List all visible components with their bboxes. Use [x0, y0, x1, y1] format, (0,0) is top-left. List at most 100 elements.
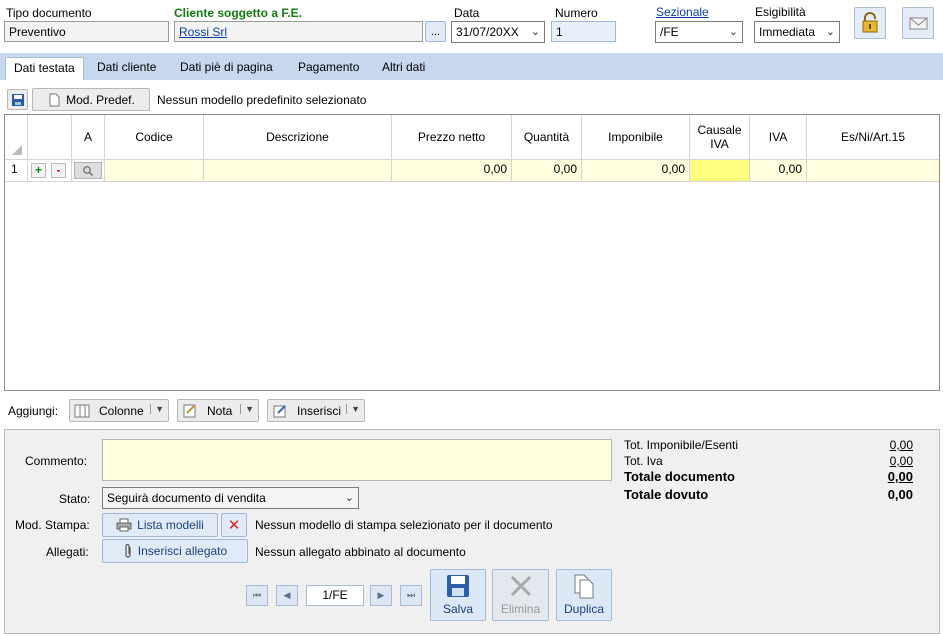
- row-descrizione-cell[interactable]: [204, 160, 392, 182]
- data-field[interactable]: 31/07/20XX ⌄: [451, 21, 545, 43]
- grid-corner: [5, 115, 28, 160]
- grid-header-actions: [28, 115, 72, 160]
- dropdown-arrow-icon: ▼: [346, 404, 360, 414]
- mail-button[interactable]: [902, 7, 934, 39]
- nota-button[interactable]: Nota ▼: [177, 399, 259, 422]
- prev-record-button[interactable]: ◀: [276, 585, 298, 606]
- columns-icon: [74, 404, 90, 417]
- stato-label: Stato:: [59, 492, 91, 506]
- next-icon: ▶: [377, 590, 385, 600]
- esigibilita-value: Immediata: [759, 25, 816, 39]
- totale-dovuto-label: Totale dovuto: [624, 487, 709, 502]
- grid-header-a[interactable]: A: [72, 115, 105, 160]
- grid-header-causale-iva[interactable]: Causale IVA: [690, 115, 750, 160]
- numero-field[interactable]: 1: [551, 21, 616, 42]
- row-number: 1: [5, 160, 28, 182]
- printer-icon: [116, 518, 132, 532]
- lista-modelli-label: Lista modelli: [137, 518, 204, 532]
- row-iva-cell[interactable]: 0,00: [750, 160, 807, 182]
- document-lines-grid[interactable]: A Codice Descrizione Prezzo netto Quanti…: [4, 114, 940, 391]
- sezionale-value: /FE: [660, 25, 679, 39]
- delete-x-icon: [510, 575, 531, 597]
- data-label: Data: [454, 6, 480, 20]
- totale-documento-label: Totale documento: [624, 469, 735, 484]
- esigibilita-select[interactable]: Immediata ⌄: [754, 21, 840, 43]
- envelope-icon: [909, 17, 928, 30]
- last-record-button[interactable]: ⏭: [400, 585, 422, 606]
- row-prezzo-cell[interactable]: 0,00: [392, 160, 512, 182]
- grid-header-imponibile[interactable]: Imponibile: [582, 115, 690, 160]
- cliente-browse-button[interactable]: ...: [425, 21, 446, 42]
- sezionale-link[interactable]: Sezionale: [656, 5, 709, 19]
- allegati-status: Nessun allegato abbinato al documento: [255, 545, 466, 559]
- row-a-cell: [72, 160, 105, 182]
- cliente-field[interactable]: Rossi Srl: [174, 21, 423, 42]
- corner-triangle-icon: [12, 145, 22, 155]
- tipo-documento-label: Tipo documento: [6, 6, 92, 20]
- first-icon: ⏮: [252, 590, 262, 600]
- row-es-ni-cell[interactable]: [807, 160, 939, 182]
- grid-header-prezzo-netto[interactable]: Prezzo netto: [392, 115, 512, 160]
- save-template-button[interactable]: [7, 89, 28, 110]
- elimina-button[interactable]: Elimina: [492, 569, 549, 621]
- chevron-down-icon: ⌄: [728, 26, 738, 38]
- tab-bar: Dati testata Dati cliente Dati piè di pa…: [0, 53, 943, 80]
- dropdown-arrow-icon: ▼: [240, 404, 254, 414]
- inserisci-button[interactable]: Inserisci ▼: [267, 399, 365, 422]
- first-record-button[interactable]: ⏮: [246, 585, 268, 606]
- tab-dati-cliente[interactable]: Dati cliente: [89, 57, 164, 80]
- tab-dati-pie-pagina[interactable]: Dati piè di pagina: [172, 57, 281, 80]
- row-codice-cell[interactable]: [105, 160, 204, 182]
- row-quantita-cell[interactable]: 0,00: [512, 160, 582, 182]
- chevron-down-icon: ⌄: [344, 492, 354, 504]
- commento-textarea[interactable]: [102, 439, 612, 481]
- row-imponibile-cell[interactable]: 0,00: [582, 160, 690, 182]
- elimina-label: Elimina: [500, 602, 541, 616]
- stato-select[interactable]: Seguirà documento di vendita ⌄: [102, 487, 359, 509]
- salva-button[interactable]: Salva: [430, 569, 486, 621]
- sezionale-select[interactable]: /FE ⌄: [655, 21, 743, 43]
- tab-pagamento[interactable]: Pagamento: [290, 57, 367, 80]
- tab-dati-testata[interactable]: Dati testata: [5, 57, 84, 80]
- mod-predef-button[interactable]: Mod. Predef.: [32, 88, 150, 111]
- close-icon: ✕: [227, 517, 241, 534]
- lock-button[interactable]: [854, 7, 886, 39]
- lista-modelli-button[interactable]: Lista modelli: [102, 513, 218, 537]
- duplica-button[interactable]: Duplica: [556, 569, 612, 621]
- data-value: 31/07/20XX: [456, 25, 519, 39]
- grid-header-iva[interactable]: IVA: [750, 115, 807, 160]
- note-icon: [183, 404, 196, 417]
- aggiungi-label: Aggiungi:: [8, 404, 59, 418]
- cliente-link[interactable]: Rossi Srl: [179, 25, 227, 39]
- next-record-button[interactable]: ▶: [370, 585, 392, 606]
- inserisci-allegato-button[interactable]: Inserisci allegato: [102, 539, 248, 563]
- chevron-down-icon: ⌄: [530, 26, 540, 38]
- numero-label: Numero: [555, 6, 598, 20]
- floppy-icon: [11, 93, 24, 106]
- mod-stampa-label: Mod. Stampa:: [15, 518, 90, 532]
- tipo-documento-field[interactable]: Preventivo: [4, 21, 169, 42]
- colonne-button[interactable]: Colonne ▼: [69, 399, 169, 422]
- esigibilita-label: Esigibilità: [755, 5, 806, 19]
- colonne-label: Colonne: [99, 403, 144, 418]
- mod-predef-label: Mod. Predef.: [66, 92, 135, 107]
- search-article-button[interactable]: [74, 162, 102, 179]
- tot-iva-value: 0,00: [889, 454, 913, 468]
- grid-header-quantita[interactable]: Quantità: [512, 115, 582, 160]
- grid-header-es-ni-art15[interactable]: Es/Ni/Art.15: [807, 115, 939, 160]
- document-icon: [49, 93, 60, 106]
- record-indicator[interactable]: 1/FE: [306, 585, 364, 606]
- remove-model-button[interactable]: ✕: [221, 513, 247, 537]
- totale-dovuto-value: 0,00: [887, 487, 913, 502]
- insert-icon: [273, 404, 286, 417]
- grid-header-codice[interactable]: Codice: [105, 115, 204, 160]
- remove-row-button[interactable]: -: [51, 163, 66, 178]
- lock-icon: [862, 12, 878, 33]
- duplicate-icon: [574, 574, 594, 599]
- mod-stampa-status: Nessun modello di stampa selezionato per…: [255, 518, 553, 532]
- add-row-button[interactable]: +: [31, 163, 46, 178]
- grid-header-descrizione[interactable]: Descrizione: [204, 115, 392, 160]
- totale-documento-value: 0,00: [887, 469, 913, 484]
- tab-altri-dati[interactable]: Altri dati: [374, 57, 433, 80]
- row-causale-iva-cell[interactable]: [690, 160, 750, 182]
